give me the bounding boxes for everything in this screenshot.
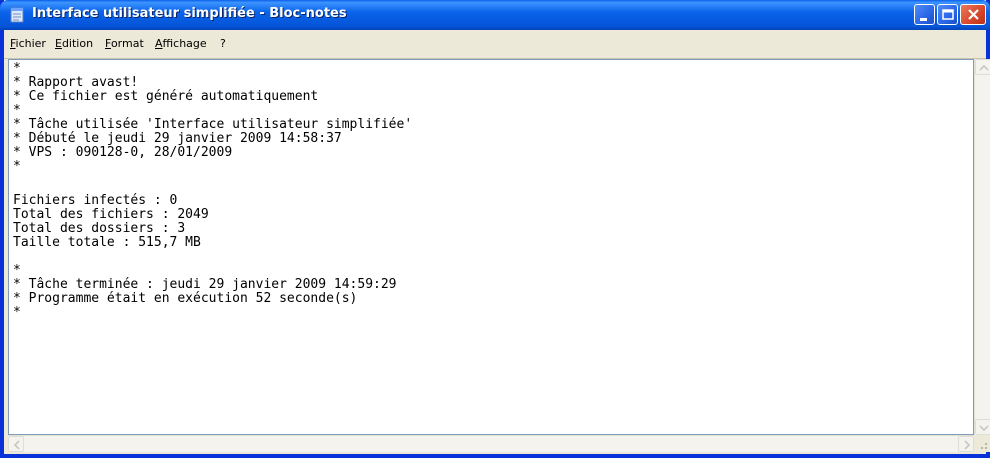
minimize-icon: [920, 18, 927, 21]
text-line: Fichiers infectés : 0: [13, 193, 178, 208]
scroll-right-button[interactable]: [958, 436, 974, 452]
scroll-up-button[interactable]: [975, 59, 990, 75]
vertical-scrollbar[interactable]: [974, 59, 990, 435]
text-line: * Débuté le jeudi 29 janvier 2009 14:58:…: [13, 131, 342, 146]
resize-grip[interactable]: [974, 435, 990, 452]
text-line: * Tâche utilisée 'Interface utilisateur …: [13, 117, 413, 132]
minimize-button[interactable]: [914, 4, 935, 25]
text-line: *: [13, 159, 21, 174]
text-line: * Rapport avast!: [13, 75, 139, 90]
maximize-icon: [942, 9, 954, 20]
text-editor[interactable]: * * Rapport avast! * Ce fichier est géné…: [8, 59, 974, 435]
text-line: Total des dossiers : 3: [13, 221, 186, 236]
scroll-left-arrow-icon: [13, 440, 20, 450]
title-bar[interactable]: Interface utilisateur simplifiée - Bloc-…: [0, 0, 990, 30]
text-line: * VPS : 090128-0, 28/01/2009: [13, 145, 233, 160]
close-icon: [968, 9, 979, 20]
text-line: *: [13, 263, 21, 278]
window-title: Interface utilisateur simplifiée - Bloc-…: [32, 6, 347, 21]
notepad-icon[interactable]: [10, 7, 24, 23]
text-line: *: [13, 305, 21, 320]
scroll-down-arrow-icon: [979, 425, 989, 432]
notepad-window: Interface utilisateur simplifiée - Bloc-…: [0, 0, 990, 458]
menu-fichier[interactable]: Fichier: [10, 37, 46, 50]
scroll-up-arrow-icon: [979, 64, 989, 71]
scroll-right-arrow-icon: [964, 440, 971, 450]
menu-help[interactable]: ?: [220, 37, 226, 50]
text-line: * Ce fichier est généré automatiquement: [13, 89, 319, 104]
close-button[interactable]: [960, 4, 986, 25]
maximize-button[interactable]: [937, 4, 958, 25]
text-line: *: [13, 61, 21, 76]
horizontal-scrollbar[interactable]: [8, 435, 974, 452]
text-line: * Tâche terminée : jeudi 29 janvier 2009…: [13, 277, 397, 292]
scroll-down-button[interactable]: [975, 419, 990, 435]
menu-format[interactable]: Format: [105, 37, 144, 50]
scroll-left-button[interactable]: [8, 436, 24, 452]
resize-grip-icon: [981, 443, 987, 449]
menu-edition[interactable]: Edition: [55, 37, 93, 50]
menu-bar: Fichier Edition Format Affichage ?: [4, 30, 986, 59]
text-line: Total des fichiers : 2049: [13, 207, 209, 222]
text-line: * Programme était en exécution 52 second…: [13, 291, 358, 306]
text-line: *: [13, 103, 21, 118]
menu-affichage[interactable]: Affichage: [155, 37, 207, 50]
text-line: Taille totale : 515,7 MB: [13, 235, 201, 250]
